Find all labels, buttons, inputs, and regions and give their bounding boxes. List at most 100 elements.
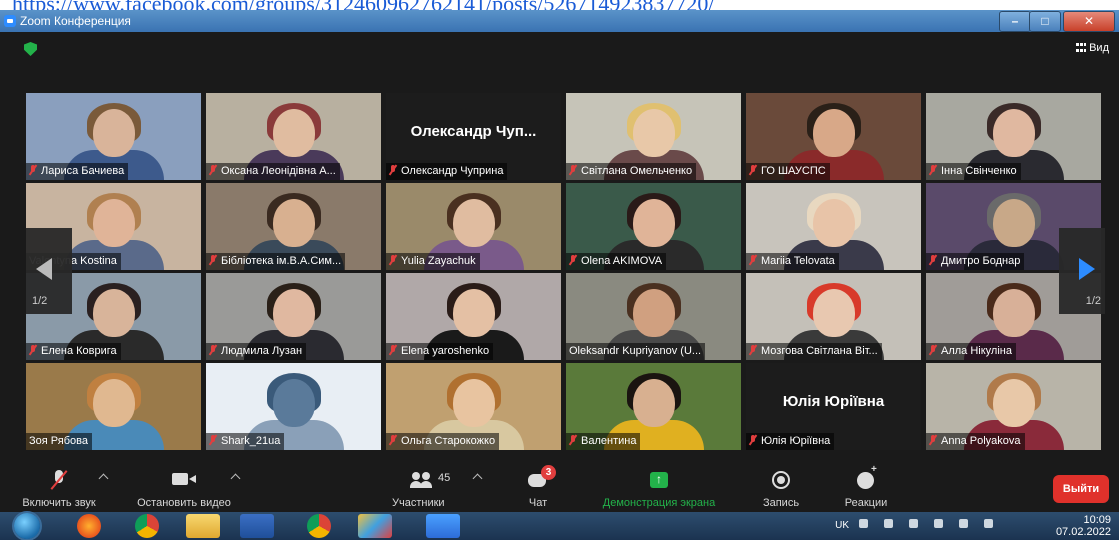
mic-muted-icon [209, 165, 217, 175]
chevron-up-icon[interactable] [909, 519, 918, 528]
participant-face [452, 289, 495, 337]
participant-face [812, 289, 855, 337]
network-icon[interactable] [884, 519, 893, 528]
participant-name: Ольга Старокожко [401, 435, 496, 447]
grid-icon [1076, 43, 1087, 52]
unmute-button[interactable]: Включить звук [14, 460, 109, 512]
mic-muted-icon [209, 255, 217, 265]
word-icon[interactable] [240, 514, 274, 538]
chevron-up-icon[interactable] [230, 473, 241, 484]
minimize-button[interactable]: – [999, 11, 1031, 32]
participant-face [632, 199, 675, 247]
arrow-left-icon [36, 258, 52, 280]
windows-start-icon[interactable] [14, 513, 40, 539]
record-button[interactable]: Запись [756, 460, 806, 512]
participant-name: Зоя Рябова [29, 435, 88, 447]
participant-name: Валентина [581, 435, 637, 447]
participant-tile[interactable]: Oleksandr Kupriyanov (U... [566, 273, 741, 360]
participant-tile[interactable]: Бібліотека ім.В.А.Сим... [206, 183, 381, 270]
participant-name: Юлія Юріївна [761, 435, 831, 447]
mic-muted-icon [749, 165, 757, 175]
participant-name: Світлана Омельченко [581, 165, 693, 177]
file-explorer-icon[interactable] [186, 514, 220, 538]
maximize-button[interactable]: □ [1029, 11, 1061, 32]
participant-name-label: Оксана Леонідівна А... [206, 163, 340, 180]
chat-button[interactable]: 3 Чат [518, 460, 558, 512]
mic-muted-icon [929, 435, 937, 445]
record-icon [772, 471, 790, 489]
participant-tile[interactable]: Elena yaroshenko [386, 273, 561, 360]
participant-name-label: Бібліотека ім.В.А.Сим... [206, 253, 346, 270]
participants-icon [410, 472, 432, 488]
leave-button[interactable]: Выйти [1053, 475, 1109, 503]
participant-name-label: Elena yaroshenko [386, 343, 494, 360]
participant-name: Дмитро Боднар [941, 255, 1021, 267]
mic-muted-icon [52, 470, 66, 490]
clock-time: 10:09 [1083, 514, 1111, 526]
participant-tile[interactable]: Юлія Юріївна Юлія Юріївна [746, 363, 921, 450]
chrome-icon[interactable] [135, 514, 159, 538]
battery-icon[interactable] [984, 519, 993, 528]
participant-name: Olena AKIMOVA [581, 255, 663, 267]
participant-tile[interactable]: Світлана Омельченко [566, 93, 741, 180]
page-indicator-right: 1/2 [1085, 295, 1101, 307]
participant-tile[interactable]: Mariia Telovata [746, 183, 921, 270]
participant-name-label: Anna Polyakova [926, 433, 1025, 450]
participant-tile[interactable]: Оксана Леонідівна А... [206, 93, 381, 180]
paint-icon[interactable] [358, 514, 392, 538]
security-shield-icon[interactable] [24, 42, 37, 56]
participant-face [992, 109, 1035, 157]
participants-button[interactable]: 45 Участники [392, 460, 483, 512]
participant-name-label: ГО ШАУСПС [746, 163, 830, 180]
clock[interactable]: 10:09 07.02.2022 [1055, 514, 1111, 538]
participant-tile[interactable]: Олександр Чуп... Олександр Чуприна [386, 93, 561, 180]
participant-tile[interactable]: ГО ШАУСПС [746, 93, 921, 180]
participant-name-label: Mariia Telovata [746, 253, 839, 270]
share-screen-button[interactable]: ↑ Демонстрация экрана [588, 460, 730, 512]
view-button[interactable]: Вид [1076, 42, 1109, 54]
participant-tile[interactable]: Olena AKIMOVA [566, 183, 741, 270]
participant-name: Мозгова Світлана Віт... [761, 345, 878, 357]
mic-muted-icon [209, 435, 217, 445]
reactions-button[interactable]: Реакции [836, 460, 896, 512]
stop-video-button[interactable]: Остановить видео [126, 460, 242, 512]
participant-name-label: Елена Коврига [26, 343, 121, 360]
participant-tile[interactable]: Yulia Zayachuk [386, 183, 561, 270]
mic-muted-icon [389, 255, 397, 265]
participant-face [452, 199, 495, 247]
chevron-up-icon[interactable] [472, 473, 483, 484]
participant-name: Оксана Леонідівна А... [221, 165, 336, 177]
participant-tile[interactable]: Людмила Лузан [206, 273, 381, 360]
chevron-up-icon[interactable] [98, 473, 109, 484]
language-indicator[interactable]: UK [835, 520, 849, 531]
close-button[interactable]: ✕ [1063, 11, 1115, 32]
participant-tile[interactable]: Лариса Бачиева [26, 93, 201, 180]
window-title: Zoom Конференция [20, 14, 131, 28]
volume-icon[interactable] [934, 519, 943, 528]
participant-name: Людмила Лузан [221, 345, 303, 357]
video-gallery: Лариса Бачиева Оксана Леонідівна А... Олек… [26, 93, 1101, 450]
participant-tile[interactable]: Anna Polyakova [926, 363, 1101, 450]
participant-name-label: Мозгова Світлана Віт... [746, 343, 882, 360]
participant-face [272, 379, 315, 427]
zoom-icon[interactable] [426, 514, 460, 538]
participant-tile[interactable]: Інна Свінченко [926, 93, 1101, 180]
mic-muted-icon [389, 165, 397, 175]
participant-name-label: Лариса Бачиева [26, 163, 129, 180]
firefox-icon[interactable] [77, 514, 101, 538]
chrome-icon[interactable] [307, 514, 331, 538]
participant-name: Олександр Чуприна [401, 165, 504, 177]
flag-icon[interactable] [959, 519, 968, 528]
participant-tile[interactable]: Зоя Рябова [26, 363, 201, 450]
participant-tile[interactable]: Валентина [566, 363, 741, 450]
participant-face [812, 109, 855, 157]
participant-name: Елена Коврига [41, 345, 117, 357]
participant-tile[interactable]: Мозгова Світлана Віт... [746, 273, 921, 360]
participant-tile[interactable]: Shark_21ua [206, 363, 381, 450]
keyboard-icon[interactable] [859, 519, 868, 528]
participant-name: Elena yaroshenko [401, 345, 490, 357]
mic-muted-icon [569, 165, 577, 175]
participant-tile[interactable]: Ольга Старокожко [386, 363, 561, 450]
mic-muted-icon [929, 345, 937, 355]
participant-face [992, 199, 1035, 247]
